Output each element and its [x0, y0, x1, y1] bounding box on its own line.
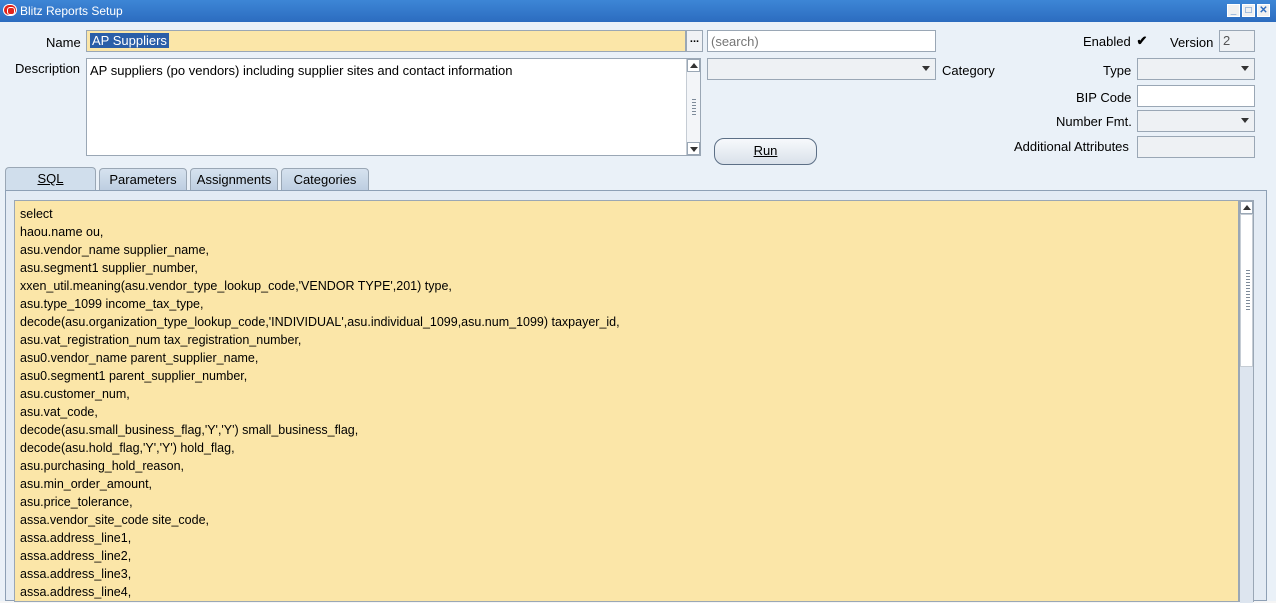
description-value: AP suppliers (po vendors) including supp… [90, 63, 513, 78]
tab-assignments-label: Assignments [196, 172, 272, 187]
scroll-up-icon[interactable] [1240, 201, 1253, 214]
sql-line: asu.vat_code, [20, 405, 98, 419]
tab-parameters-label: Parameters [109, 172, 177, 187]
sql-line: assa.address_line1, [20, 531, 132, 545]
sql-line: haou.name ou, [20, 225, 104, 239]
additional-attributes-label: Additional Attributes [1014, 139, 1129, 154]
scroll-track[interactable] [1240, 367, 1253, 603]
sql-line: asu0.vendor_name parent_supplier_name, [20, 351, 259, 365]
sql-line: decode(asu.small_business_flag,'Y','Y') … [20, 423, 359, 437]
sql-line: asu.customer_num, [20, 387, 130, 401]
sql-line: xxen_util.meaning(asu.vendor_type_lookup… [20, 279, 452, 293]
sql-line: assa.address_line4, [20, 585, 132, 599]
enabled-label: Enabled [1083, 34, 1131, 49]
sql-line: decode(asu.hold_flag,'Y','Y') hold_flag, [20, 441, 235, 455]
maximize-icon[interactable]: □ [1242, 4, 1255, 17]
sql-line: asu.vendor_name supplier_name, [20, 243, 210, 257]
sql-line: asu.min_order_amount, [20, 477, 153, 491]
tab-categories[interactable]: Categories [281, 168, 369, 191]
sql-line: asu.segment1 supplier_number, [20, 261, 198, 275]
sql-line: asu.type_1099 income_tax_type, [20, 297, 204, 311]
sql-line: asu.purchasing_hold_reason, [20, 459, 185, 473]
sql-line: select [20, 207, 53, 221]
form-body: Name AP Suppliers ... Enabled ✔ Version … [0, 22, 1276, 603]
minimize-icon[interactable]: _ [1227, 4, 1240, 17]
sql-line: asu.vat_registration_num tax_registratio… [20, 333, 302, 347]
window-titlebar: Blitz Reports Setup _ □ ✕ [0, 0, 1276, 22]
bip-code-field[interactable] [1137, 85, 1255, 107]
chevron-down-icon [1241, 118, 1249, 123]
version-field: 2 [1219, 30, 1255, 52]
tab-categories-label: Categories [293, 172, 357, 187]
run-button[interactable]: Run [714, 138, 817, 165]
window-title: Blitz Reports Setup [20, 4, 123, 18]
category-label: Category [942, 63, 995, 78]
type-label: Type [1103, 63, 1132, 78]
type-select[interactable] [1137, 58, 1255, 80]
name-lov-button[interactable]: ... [686, 30, 703, 52]
number-fmt-select[interactable] [1137, 110, 1255, 132]
bip-code-label: BIP Code [1076, 90, 1132, 105]
tab-sql[interactable]: SQL [5, 167, 96, 192]
description-textarea[interactable]: AP suppliers (po vendors) including supp… [86, 58, 701, 156]
run-button-label: Run [753, 143, 778, 158]
chevron-down-icon [1241, 66, 1249, 71]
close-icon[interactable]: ✕ [1257, 4, 1270, 17]
sql-editor[interactable]: select haou.name ou, asu.vendor_name suppl… [14, 200, 1239, 602]
scroll-down-icon[interactable] [687, 142, 700, 155]
number-fmt-label: Number Fmt. [1056, 114, 1132, 129]
scroll-grip-icon [1246, 270, 1250, 312]
version-label: Version [1170, 35, 1214, 50]
sql-line: assa.address_line2, [20, 549, 132, 563]
tab-assignments[interactable]: Assignments [190, 168, 278, 191]
description-scrollbar[interactable] [686, 59, 700, 155]
sql-lines: select haou.name ou, asu.vendor_name suppl… [20, 205, 1238, 601]
sql-line: decode(asu.organization_type_lookup_code… [20, 315, 620, 329]
sql-line: asu0.segment1 parent_supplier_number, [20, 369, 248, 383]
tab-parameters[interactable]: Parameters [99, 168, 187, 191]
scroll-grip-icon [692, 99, 696, 115]
additional-attributes-field[interactable] [1137, 136, 1255, 158]
scroll-up-icon[interactable] [687, 59, 700, 72]
sql-line: asu.price_tolerance, [20, 495, 133, 509]
category-select[interactable] [707, 58, 936, 80]
name-value: AP Suppliers [90, 33, 169, 48]
sql-line: assa.vendor_site_code site_code, [20, 513, 210, 527]
enabled-checkbox[interactable]: ✔ [1136, 34, 1148, 47]
chevron-down-icon [922, 66, 930, 71]
name-field[interactable]: AP Suppliers [86, 30, 686, 52]
name-label: Name [46, 35, 81, 50]
oracle-app-icon [3, 4, 17, 16]
search-input[interactable] [707, 30, 936, 52]
sql-scrollbar[interactable] [1239, 200, 1254, 603]
description-label: Description [15, 61, 81, 76]
sql-tab-panel: select haou.name ou, asu.vendor_name suppl… [5, 190, 1267, 603]
sql-line: assa.address_line3, [20, 567, 132, 581]
tab-sql-label: SQL [37, 171, 64, 186]
scroll-thumb[interactable] [1240, 214, 1253, 367]
